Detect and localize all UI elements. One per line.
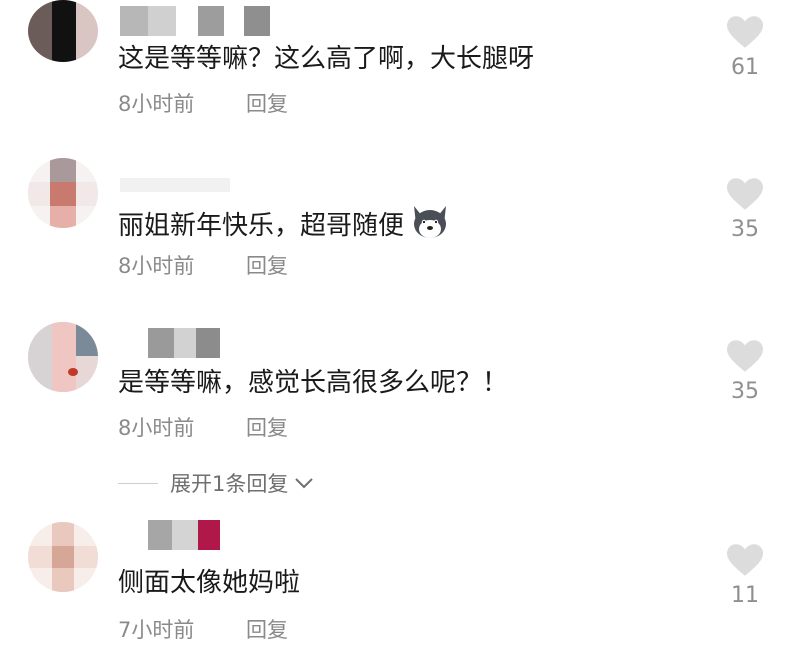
comment-meta: 8小时前 回复 xyxy=(118,252,288,280)
like-count: 35 xyxy=(731,379,759,404)
like-count: 35 xyxy=(731,217,759,242)
heart-icon xyxy=(727,16,763,48)
comment-time: 8小时前 xyxy=(118,92,195,116)
avatar[interactable] xyxy=(28,158,98,228)
avatar[interactable] xyxy=(28,322,98,392)
avatar[interactable] xyxy=(28,522,98,592)
heart-icon xyxy=(727,544,763,576)
heart-icon xyxy=(727,178,763,210)
comment-meta: 7小时前 回复 xyxy=(118,616,288,644)
like-button[interactable]: 11 xyxy=(720,544,770,610)
heart-icon xyxy=(727,340,763,372)
reply-button[interactable]: 回复 xyxy=(246,90,288,118)
expand-replies-button[interactable]: 展开1条回复 xyxy=(118,465,314,501)
comment-time: 8小时前 xyxy=(118,254,195,278)
like-count: 11 xyxy=(731,583,759,608)
comment-text: 丽姐新年快乐，超哥随便 xyxy=(118,204,450,249)
comment-time: 8小时前 xyxy=(118,416,195,440)
avatar[interactable] xyxy=(28,0,98,62)
expand-replies-label: 展开1条回复 xyxy=(170,472,289,496)
comment-text: 这是等等嘛？这么高了啊，大长腿呀 xyxy=(118,44,535,74)
like-button[interactable]: 35 xyxy=(720,340,770,406)
divider-line xyxy=(118,482,158,484)
husky-dog-emoji xyxy=(410,204,450,249)
comment-time: 7小时前 xyxy=(118,618,195,642)
like-count: 61 xyxy=(731,55,759,80)
comment-meta: 8小时前 回复 xyxy=(118,90,288,118)
comment-meta: 8小时前 回复 xyxy=(118,414,288,442)
reply-button[interactable]: 回复 xyxy=(246,252,288,280)
comment-text: 侧面太像她妈啦 xyxy=(118,568,301,598)
reply-button[interactable]: 回复 xyxy=(246,616,288,644)
like-button[interactable]: 61 xyxy=(720,16,770,82)
reply-button[interactable]: 回复 xyxy=(246,414,288,442)
chevron-down-icon xyxy=(295,478,314,489)
like-button[interactable]: 35 xyxy=(720,178,770,244)
comment-text: 是等等嘛，感觉长高很多么呢？！ xyxy=(118,368,509,398)
